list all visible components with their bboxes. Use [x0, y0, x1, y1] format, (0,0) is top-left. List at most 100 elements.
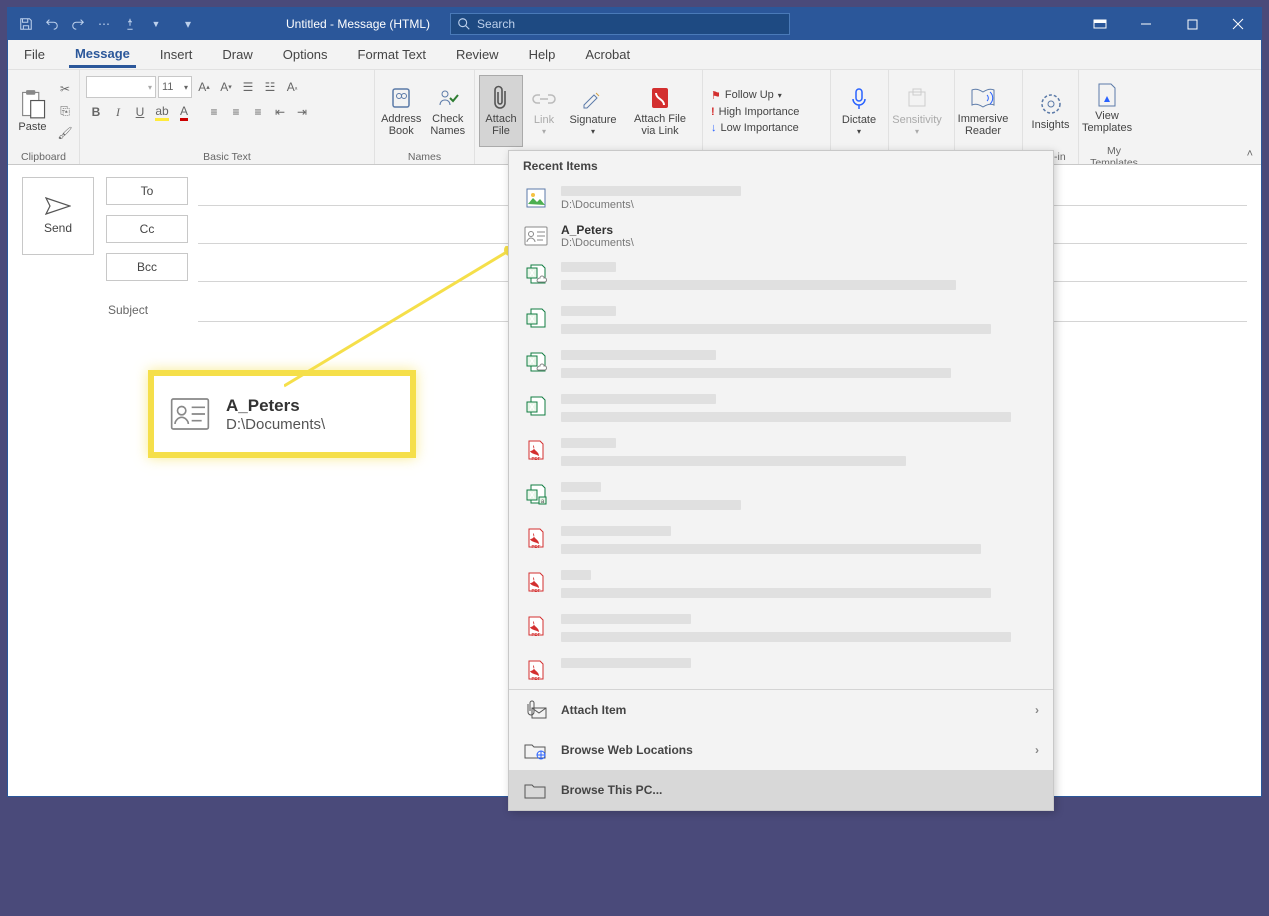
- svg-text:X: X: [529, 403, 535, 412]
- tab-help[interactable]: Help: [523, 43, 562, 66]
- attach-via-link-button[interactable]: Attach File via Link: [629, 75, 691, 147]
- excel-cloud-icon: X: [523, 349, 549, 375]
- align-left-icon[interactable]: ≡: [204, 102, 224, 122]
- recent-item[interactable]: PDF: [509, 651, 1053, 689]
- sensitivity-button[interactable]: Sensitivity▾: [893, 75, 941, 147]
- tab-acrobat[interactable]: Acrobat: [579, 43, 636, 66]
- bullets-icon[interactable]: ☰: [238, 77, 258, 97]
- immersive-reader-button[interactable]: Immersive Reader: [959, 75, 1007, 147]
- svg-text:PDF: PDF: [532, 588, 541, 593]
- follow-up-button[interactable]: ⚑Follow Up▾: [711, 89, 799, 102]
- low-importance-button[interactable]: ↓Low Importance: [711, 122, 799, 134]
- search-box[interactable]: Search: [450, 13, 790, 35]
- pdf-icon: PDF: [523, 569, 549, 595]
- qat-overflow-icon[interactable]: ▾: [178, 14, 198, 34]
- more-icon[interactable]: ⋯: [94, 14, 114, 34]
- tab-draw[interactable]: Draw: [216, 43, 258, 66]
- send-button[interactable]: Send: [22, 177, 94, 255]
- paperclip-icon: [488, 85, 514, 111]
- recent-item[interactable]: X: [509, 343, 1053, 387]
- ribbon-display-icon[interactable]: [1077, 8, 1123, 40]
- recent-item[interactable]: X: [509, 255, 1053, 299]
- qat-dropdown-icon[interactable]: ▼: [146, 14, 166, 34]
- group-basic-text: Basic Text: [84, 150, 370, 164]
- flag-icon: ⚑: [711, 89, 721, 102]
- recent-item[interactable]: PDF: [509, 607, 1053, 651]
- browse-web-menu[interactable]: Browse Web Locations ›: [509, 730, 1053, 770]
- excel-icon: X: [523, 393, 549, 419]
- paste-button[interactable]: Paste: [12, 75, 53, 147]
- italic-button[interactable]: I: [108, 102, 128, 122]
- underline-button[interactable]: U: [130, 102, 150, 122]
- tab-format-text[interactable]: Format Text: [352, 43, 432, 66]
- maximize-button[interactable]: [1169, 8, 1215, 40]
- highlight-icon[interactable]: ab: [152, 102, 172, 122]
- styles-icon[interactable]: Aₐ: [282, 77, 302, 97]
- recent-item[interactable]: Xa: [509, 475, 1053, 519]
- view-templates-button[interactable]: View Templates: [1083, 72, 1131, 144]
- format-painter-icon[interactable]: 🖌: [55, 123, 75, 143]
- decrease-indent-icon[interactable]: ⇤: [270, 102, 290, 122]
- sensitivity-icon: [904, 86, 930, 112]
- cut-icon[interactable]: ✂: [55, 79, 75, 99]
- attach-file-button[interactable]: Attach File: [479, 75, 523, 147]
- align-center-icon[interactable]: ≡: [226, 102, 246, 122]
- attach-item-menu[interactable]: Attach Item ›: [509, 690, 1053, 730]
- attach-file-dropdown: Recent Items D:\Documents\A_PetersD:\Doc…: [508, 150, 1054, 811]
- high-importance-button[interactable]: !High Importance: [711, 106, 799, 118]
- search-icon: [457, 17, 471, 31]
- redo-icon[interactable]: [68, 14, 88, 34]
- link-button[interactable]: Link▾: [525, 75, 563, 147]
- bold-button[interactable]: B: [86, 102, 106, 122]
- tab-review[interactable]: Review: [450, 43, 505, 66]
- tab-options[interactable]: Options: [277, 43, 334, 66]
- svg-text:PDF: PDF: [532, 544, 541, 549]
- recent-item[interactable]: A_PetersD:\Documents\: [509, 217, 1053, 255]
- align-right-icon[interactable]: ≡: [248, 102, 268, 122]
- collapse-ribbon-icon[interactable]: ˄: [1247, 148, 1253, 160]
- recent-item[interactable]: D:\Documents\: [509, 179, 1053, 217]
- high-importance-icon: !: [711, 106, 715, 118]
- chevron-right-icon: ›: [1035, 703, 1039, 717]
- link-icon: [531, 86, 557, 112]
- recent-item[interactable]: PDF: [509, 563, 1053, 607]
- shrink-font-icon[interactable]: A▾: [216, 77, 236, 97]
- signature-button[interactable]: Signature▾: [565, 75, 621, 147]
- dictate-button[interactable]: Dictate▾: [835, 75, 883, 147]
- font-color-icon[interactable]: A: [174, 102, 194, 122]
- grow-font-icon[interactable]: A▴: [194, 77, 214, 97]
- close-button[interactable]: [1215, 8, 1261, 40]
- address-book-icon: [388, 85, 414, 111]
- recent-item[interactable]: X: [509, 387, 1053, 431]
- font-size-selector[interactable]: 11▾: [158, 76, 192, 98]
- tab-insert[interactable]: Insert: [154, 43, 199, 66]
- folder-web-icon: [523, 740, 547, 760]
- touch-icon[interactable]: [120, 14, 140, 34]
- tab-file[interactable]: File: [18, 43, 51, 66]
- group-names: Names: [379, 150, 470, 164]
- font-family-selector[interactable]: ▾: [86, 76, 156, 98]
- svg-text:X: X: [529, 269, 535, 278]
- low-importance-icon: ↓: [711, 122, 717, 134]
- svg-text:X: X: [529, 315, 535, 324]
- pdf-icon: PDF: [523, 613, 549, 639]
- copy-icon[interactable]: ⎘: [55, 101, 75, 121]
- undo-icon[interactable]: [42, 14, 62, 34]
- insights-button[interactable]: Insights: [1027, 75, 1074, 147]
- insights-icon: [1038, 91, 1064, 117]
- recent-item[interactable]: X: [509, 299, 1053, 343]
- check-names-button[interactable]: Check Names: [426, 75, 471, 147]
- increase-indent-icon[interactable]: ⇥: [292, 102, 312, 122]
- save-icon[interactable]: [16, 14, 36, 34]
- minimize-button[interactable]: [1123, 8, 1169, 40]
- recent-item[interactable]: PDF: [509, 431, 1053, 475]
- ribbon-tabs: File Message Insert Draw Options Format …: [8, 40, 1261, 70]
- cc-button[interactable]: Cc: [106, 215, 188, 243]
- address-book-button[interactable]: Address Book: [379, 75, 424, 147]
- browse-pc-menu[interactable]: Browse This PC...: [509, 770, 1053, 810]
- to-button[interactable]: To: [106, 177, 188, 205]
- recent-item[interactable]: PDF: [509, 519, 1053, 563]
- bcc-button[interactable]: Bcc: [106, 253, 188, 281]
- numbering-icon[interactable]: ☳: [260, 77, 280, 97]
- tab-message[interactable]: Message: [69, 42, 136, 68]
